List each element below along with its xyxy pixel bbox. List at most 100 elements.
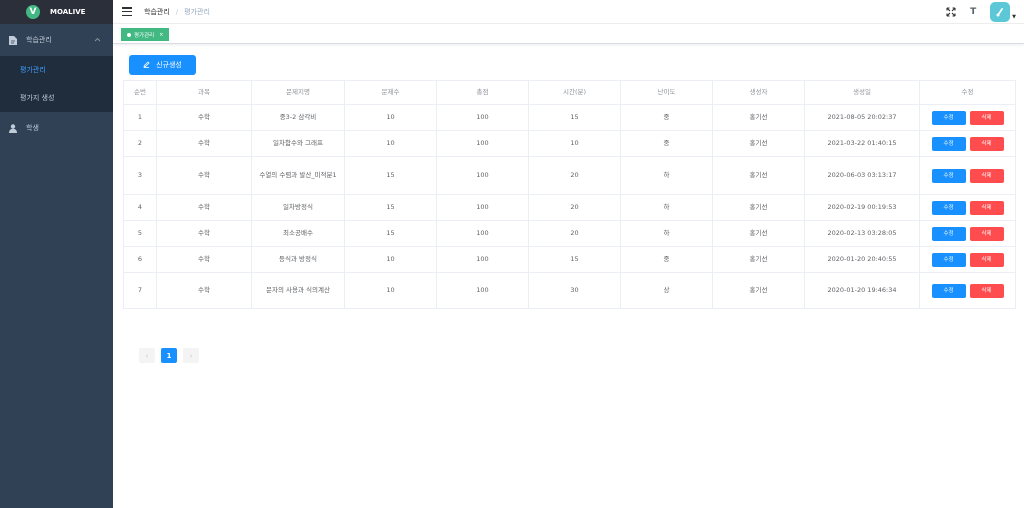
breadcrumb-item[interactable]: 학습관리 [144, 7, 170, 17]
sidebar-group-learning[interactable]: 학습관리 [0, 24, 113, 56]
column-header: 문제지명 [251, 80, 345, 105]
delete-button[interactable]: 삭제 [969, 252, 1004, 267]
table-cell: 일차함수와 그래프 [251, 130, 345, 157]
delete-button[interactable]: 삭제 [969, 200, 1004, 215]
table-cell: 3 [123, 156, 157, 195]
table-cell: 10 [344, 130, 437, 157]
table-row: 6 수학 등식과 방정식 10 100 15 중 홍기선 2020-01-20 20:40:55… [123, 246, 1016, 273]
actions-cell: 수정 삭제 [919, 104, 1016, 131]
table-cell: 홍기선 [712, 246, 805, 273]
table-cell: 홍기선 [712, 130, 805, 157]
table-cell: 100 [436, 104, 529, 131]
delete-button[interactable]: 삭제 [969, 283, 1004, 298]
close-icon[interactable]: × [159, 32, 163, 38]
table-cell: 홍기선 [712, 272, 805, 309]
sidebar-group-label: 학생 [26, 124, 39, 132]
prev-page-button[interactable]: ‹ [139, 348, 155, 363]
table-row: 4 수학 일차방정식 15 100 20 하 홍기선 2020-02-19 00:19:53 수정… [123, 194, 1016, 221]
edit-button[interactable]: 수정 [931, 136, 966, 151]
table-cell: 중 [620, 246, 713, 273]
table-cell: 수학 [156, 246, 252, 273]
page-button[interactable]: 1 [161, 348, 177, 363]
table-cell: 4 [123, 194, 157, 221]
table-cell: 10 [528, 130, 621, 157]
table-cell: 2020-02-19 00:19:53 [804, 194, 920, 221]
table-cell: 15 [528, 104, 621, 131]
edit-button[interactable]: 수정 [931, 252, 966, 267]
table-cell: 2020-02-13 03:28:05 [804, 220, 920, 247]
table-cell: 15 [528, 246, 621, 273]
table-cell: 홍기선 [712, 156, 805, 195]
sidebar-group-student[interactable]: 학생 [0, 112, 113, 144]
sidebar-submenu: 평가관리 평가지 생성 [0, 56, 113, 112]
table-row: 1 수학 중3-2 삼각비 10 100 15 중 홍기선 2021-08-05 20:02:3… [123, 104, 1016, 131]
delete-button[interactable]: 삭제 [969, 110, 1004, 125]
navbar-right: T ▼ [936, 0, 1016, 24]
table-cell: 홍기선 [712, 104, 805, 131]
column-header: 과목 [156, 80, 252, 105]
column-header: 문제수 [344, 80, 437, 105]
edit-button[interactable]: 수정 [931, 283, 966, 298]
tag-evaluation[interactable]: 평가관리 × [121, 28, 170, 41]
font-size-icon[interactable]: T [966, 5, 980, 19]
table-cell: 10 [344, 246, 437, 273]
sidebar: V MOALIVE 학습관리 평가관리 평가지 생성 학생 [0, 0, 113, 508]
sidebar-item-create-sheet[interactable]: 평가지 생성 [0, 84, 113, 112]
logo-mark-icon: V [26, 5, 40, 19]
fullscreen-icon[interactable] [944, 5, 958, 19]
actions-cell: 수정 삭제 [919, 272, 1016, 309]
table-cell: 100 [436, 130, 529, 157]
table-row: 7 수학 문자의 사용과 식의계산 10 100 30 상 홍기선 2020-01-20 19:… [123, 272, 1016, 309]
actions-cell: 수정 삭제 [919, 156, 1016, 195]
table-cell: 등식과 방정식 [251, 246, 345, 273]
table-cell: 수학 [156, 194, 252, 221]
column-header: 생성자 [712, 80, 805, 105]
table-cell: 수학 [156, 272, 252, 309]
delete-button[interactable]: 삭제 [969, 226, 1004, 241]
breadcrumb: 학습관리 / 평가관리 [144, 7, 210, 17]
table-cell: 2021-08-05 20:02:37 [804, 104, 920, 131]
actions-cell: 수정 삭제 [919, 130, 1016, 157]
navbar: 학습관리 / 평가관리 T ▼ [113, 0, 1024, 24]
column-header: 생성일 [804, 80, 920, 105]
sidebar-item-evaluation[interactable]: 평가관리 [0, 56, 113, 84]
table-row: 5 수학 최소공배수 15 100 20 하 홍기선 2020-02-13 03:28:05 수정… [123, 220, 1016, 247]
edit-button[interactable]: 수정 [931, 200, 966, 215]
evaluation-table: 순번 과목 문제지명 문제수 총점 시간(분) 난이도 생성자 생성일 수정 1 수학 중3-2 삼각… [123, 80, 1016, 309]
table-row: 2 수학 일차함수와 그래프 10 100 10 중 홍기선 2021-03-22 01:40:… [123, 130, 1016, 157]
table-cell: 일차방정식 [251, 194, 345, 221]
table-cell: 홍기선 [712, 194, 805, 221]
edit-button[interactable]: 수정 [931, 168, 966, 183]
table-cell: 100 [436, 194, 529, 221]
table-cell: 수학 [156, 130, 252, 157]
table-cell: 20 [528, 220, 621, 247]
table-cell: 수열의 수렴과 발산_미적분1 [251, 156, 345, 195]
new-button[interactable]: 신규생성 [129, 55, 196, 75]
table-cell: 20 [528, 194, 621, 221]
next-page-button[interactable]: › [183, 348, 199, 363]
table-cell: 30 [528, 272, 621, 309]
delete-button[interactable]: 삭제 [969, 136, 1004, 151]
table-cell: 수학 [156, 104, 252, 131]
tags-view: 평가관리 × [113, 24, 1024, 44]
caret-down-icon[interactable]: ▼ [1012, 14, 1016, 20]
table-cell: 문자의 사용과 식의계산 [251, 272, 345, 309]
logo[interactable]: V MOALIVE [0, 0, 113, 24]
tag-dot-icon [127, 32, 131, 37]
edit-button[interactable]: 수정 [931, 226, 966, 241]
table-cell: 수학 [156, 156, 252, 195]
table-cell: 7 [123, 272, 157, 309]
avatar[interactable] [990, 2, 1011, 22]
column-header: 시간(분) [528, 80, 621, 105]
table-cell: 20 [528, 156, 621, 195]
table-cell: 상 [620, 272, 713, 309]
column-header: 수정 [919, 80, 1016, 105]
column-header: 난이도 [620, 80, 713, 105]
table-row: 3 수학 수열의 수렴과 발산_미적분1 15 100 20 하 홍기선 2020-06-03 … [123, 156, 1016, 195]
actions-cell: 수정 삭제 [919, 246, 1016, 273]
hamburger-icon[interactable] [122, 7, 132, 16]
tag-label: 평가관리 [134, 32, 155, 39]
edit-button[interactable]: 수정 [931, 110, 966, 125]
delete-button[interactable]: 삭제 [969, 168, 1004, 183]
table-cell: 중 [620, 104, 713, 131]
